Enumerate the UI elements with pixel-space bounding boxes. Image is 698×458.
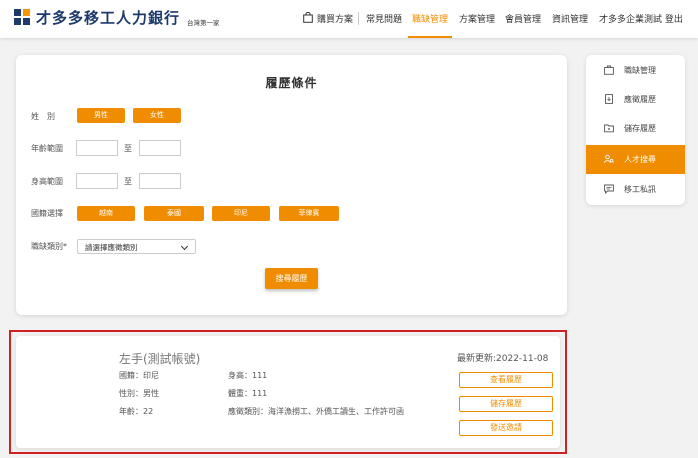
nationality-indonesia-button[interactable]: 印尼 xyxy=(212,206,270,221)
candidate-nationality: 國籍：印尼 xyxy=(119,371,159,380)
resume-result-card: 左手(測試帳號) 國籍：印尼 性別：男性 年齡：22 身高：111 體重：111… xyxy=(16,336,560,448)
side-item-talent-search[interactable]: 人才搜尋 xyxy=(586,145,685,174)
briefcase-icon xyxy=(604,65,614,75)
side-item-label: 職缺管理 xyxy=(624,66,656,75)
side-item-label: 儲存履歷 xyxy=(624,124,656,133)
gender-label: 姓 別 xyxy=(31,112,55,121)
height-from-input[interactable] xyxy=(76,173,118,189)
height-to-separator: 至 xyxy=(124,177,132,186)
nav-job-management[interactable]: 職缺管理 xyxy=(408,0,453,38)
nationality-thailand-button[interactable]: 泰國 xyxy=(144,206,204,221)
candidate-name[interactable]: 左手(測試帳號) xyxy=(119,350,200,367)
save-resume-button[interactable]: 儲存履歷 xyxy=(459,396,553,412)
side-item-label: 人才搜尋 xyxy=(624,155,656,164)
nav-divider xyxy=(358,12,359,25)
logo-icon[interactable] xyxy=(14,9,30,25)
height-range-label: 身高範圍 xyxy=(31,177,63,186)
chevron-down-icon xyxy=(180,242,189,251)
gender-male-button[interactable]: 男性 xyxy=(77,108,125,123)
candidate-weight: 體重：111 xyxy=(228,389,268,398)
height-to-input[interactable] xyxy=(139,173,181,189)
age-to-input[interactable] xyxy=(139,140,181,156)
side-item-applied-resumes[interactable]: 應徵履歷 xyxy=(586,85,685,113)
side-item-label: 移工私訊 xyxy=(624,185,656,194)
candidate-age: 年齡：22 xyxy=(119,407,154,416)
gender-female-button[interactable]: 女性 xyxy=(133,108,181,123)
view-resume-button[interactable]: 查看履歷 xyxy=(459,372,553,388)
logo-tagline: 台灣第一家 xyxy=(187,19,220,27)
side-menu: 職缺管理 應徵履歷 儲存履歷 人才搜尋 移工私訊 xyxy=(586,55,685,205)
search-title: 履歷條件 xyxy=(265,76,318,90)
document-icon xyxy=(605,94,613,104)
side-item-worker-messages[interactable]: 移工私訊 xyxy=(586,175,685,203)
candidate-job-types: 應徵類別：海洋漁撈工、外僑工讀生、工作許可函 xyxy=(228,407,404,416)
side-item-label: 應徵履歷 xyxy=(624,95,656,104)
last-updated: 最新更新:2022-11-08 xyxy=(457,354,549,364)
nationality-label: 國籍選擇 xyxy=(31,209,63,218)
job-category-value: 請選擇應徵類別 xyxy=(85,243,138,252)
search-resume-button[interactable]: 搜尋履歷 xyxy=(265,268,318,289)
age-range-label: 年齡範圍 xyxy=(31,144,63,153)
send-invite-button[interactable]: 發送邀請 xyxy=(459,420,553,436)
job-category-select[interactable]: 請選擇應徵類別 xyxy=(77,239,196,254)
age-from-input[interactable] xyxy=(76,140,118,156)
resume-search-card: 履歷條件 姓 別 男性 女性 年齡範圍 至 身高範圍 至 國籍選擇 越南 泰國 … xyxy=(16,55,567,315)
nationality-vietnam-button[interactable]: 越南 xyxy=(77,206,135,221)
candidate-height: 身高：111 xyxy=(228,371,268,380)
side-item-job-management[interactable]: 職缺管理 xyxy=(586,56,685,84)
result-highlight-frame: 左手(測試帳號) 國籍：印尼 性別：男性 年齡：22 身高：111 體重：111… xyxy=(9,330,567,454)
job-category-label: 職缺類別* xyxy=(31,242,67,251)
logo-name[interactable]: 才多多移工人力銀行 xyxy=(36,7,180,28)
shopping-bag-icon[interactable] xyxy=(303,12,313,23)
people-search-icon xyxy=(604,154,614,163)
top-header: 才多多移工人力銀行 台灣第一家 購買方案 常見問題 職缺管理 方案管理 會員管理… xyxy=(0,0,698,38)
candidate-gender: 性別：男性 xyxy=(119,389,159,398)
folder-icon xyxy=(604,124,614,133)
age-to-separator: 至 xyxy=(124,144,132,153)
chat-icon xyxy=(604,184,614,194)
side-item-saved-resumes[interactable]: 儲存履歷 xyxy=(586,114,685,142)
nationality-philippines-button[interactable]: 菲律賓 xyxy=(279,206,339,221)
